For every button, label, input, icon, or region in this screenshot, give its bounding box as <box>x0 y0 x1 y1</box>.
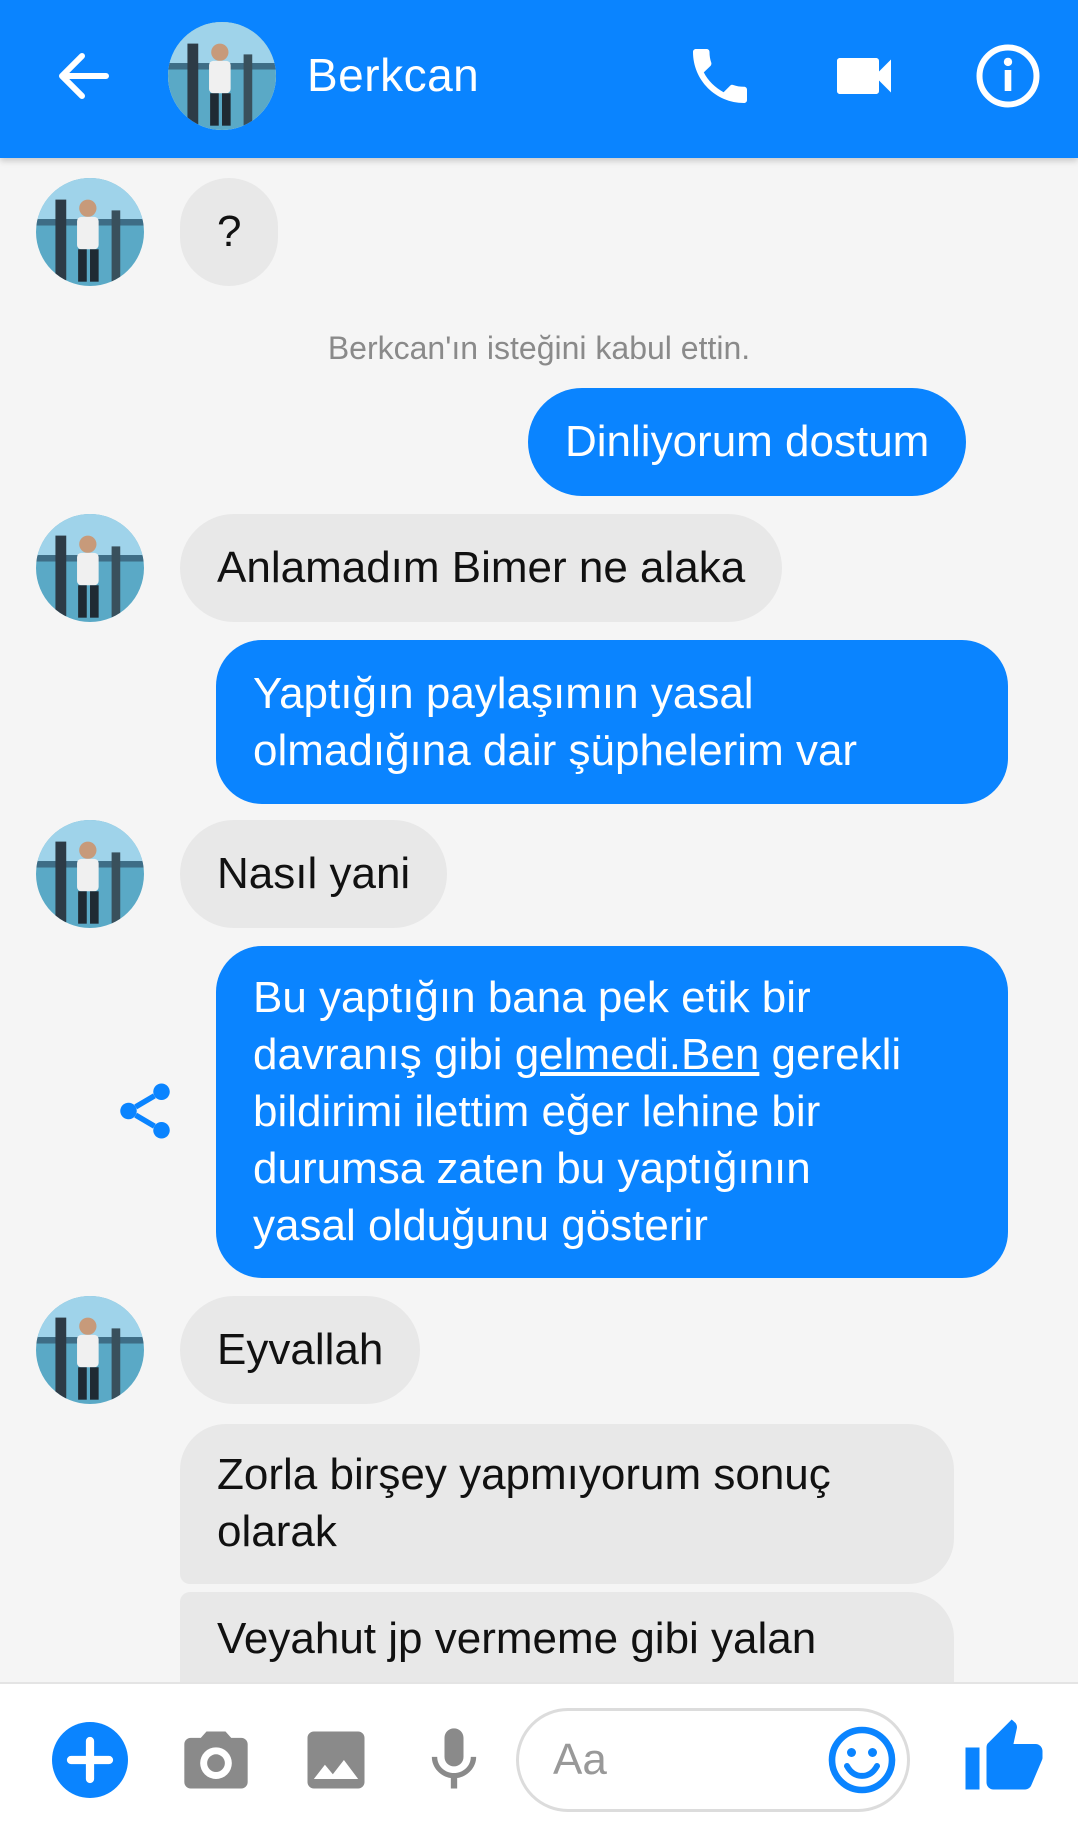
contact-name[interactable]: Berkcan <box>307 45 479 105</box>
plus-icon[interactable] <box>52 1722 128 1798</box>
outgoing-message[interactable]: Bu yaptığın bana pek etik bir davranış g… <box>216 946 1008 1278</box>
outgoing-message[interactable]: Yaptığın paylaşımın yasal olmadığına dai… <box>216 640 1008 804</box>
incoming-message[interactable]: Eyvallah <box>180 1296 421 1404</box>
camera-icon[interactable] <box>178 1722 254 1798</box>
system-notice: Berkcan'ın isteğini kabul ettin. <box>327 330 751 366</box>
phone-icon[interactable] <box>684 40 756 112</box>
chat-header: Berkcan <box>0 0 1078 158</box>
incoming-message[interactable]: Anlamadım Bimer ne alaka <box>180 514 783 622</box>
sender-avatar[interactable] <box>36 178 144 286</box>
incoming-message[interactable]: Nasıl yani <box>180 820 448 928</box>
microphone-icon[interactable] <box>416 1722 492 1798</box>
incoming-message[interactable]: Zorla birşey yapmıyorum sonuç olarak <box>180 1424 954 1584</box>
video-camera-icon[interactable] <box>828 40 900 112</box>
share-icon[interactable] <box>112 1078 178 1144</box>
thumbs-up-icon[interactable] <box>962 1716 1046 1800</box>
emoji-icon[interactable] <box>826 1724 898 1796</box>
info-icon[interactable] <box>972 40 1044 112</box>
sender-avatar[interactable] <box>36 514 144 622</box>
message-link[interactable]: gelmedi.Ben <box>515 1030 760 1079</box>
message-composer: Aa <box>0 1682 1078 1840</box>
sender-avatar[interactable] <box>36 820 144 928</box>
incoming-message[interactable]: ? <box>180 178 279 286</box>
image-icon[interactable] <box>298 1722 374 1798</box>
back-arrow-icon[interactable] <box>52 44 116 108</box>
sender-avatar[interactable] <box>36 1296 144 1404</box>
outgoing-message[interactable]: Dinliyorum dostum <box>528 388 967 496</box>
contact-avatar[interactable] <box>168 22 276 130</box>
